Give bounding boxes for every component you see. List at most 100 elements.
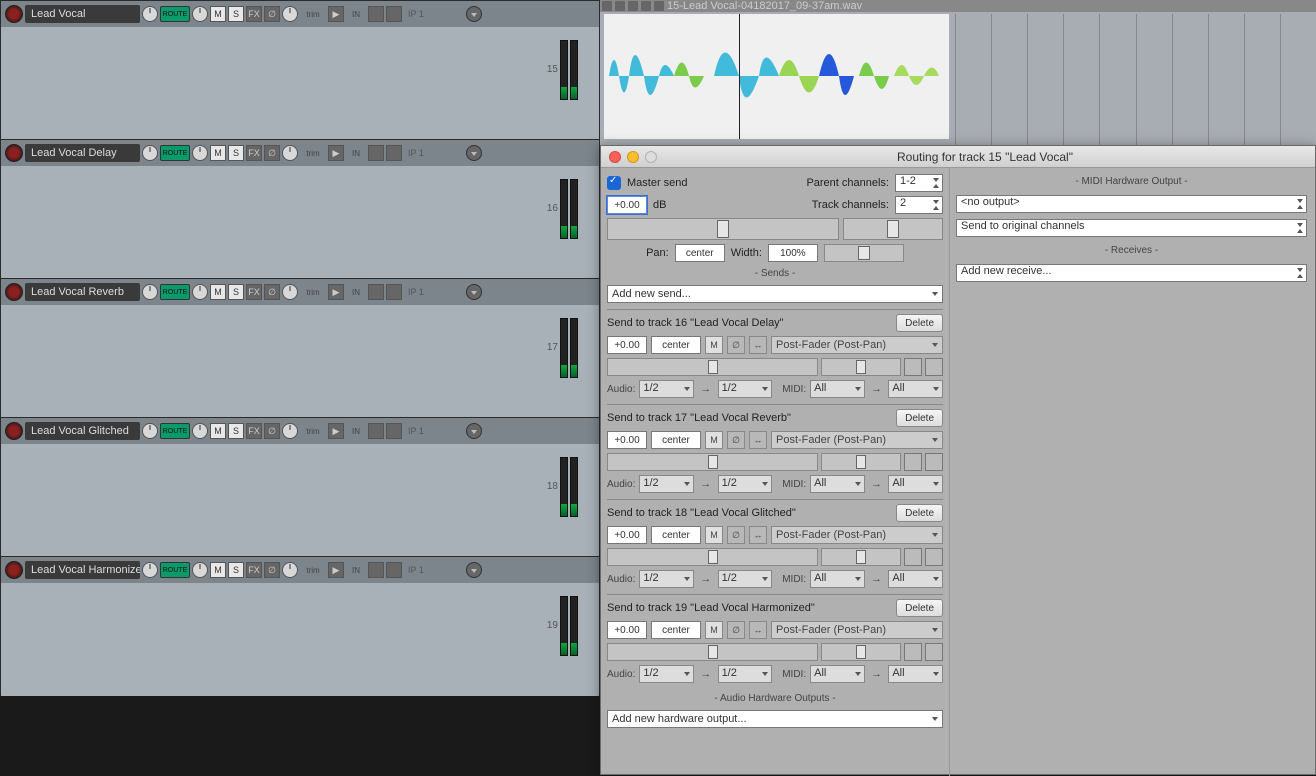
audio-src-select[interactable]: 1/2	[639, 665, 694, 683]
send-gain-input[interactable]	[607, 336, 647, 354]
track-name[interactable]: Lead Vocal Delay	[25, 144, 140, 162]
fx-input-button[interactable]	[386, 562, 402, 578]
play-icon[interactable]: ▶	[328, 423, 344, 439]
send-pan-input[interactable]	[651, 431, 701, 449]
fx-button[interactable]: FX	[246, 423, 262, 439]
track-body[interactable]	[1, 305, 599, 418]
width-knob[interactable]	[282, 6, 298, 22]
gain-input[interactable]	[607, 196, 647, 214]
mute-button[interactable]: M	[210, 145, 226, 161]
arrange-area[interactable]: 15-Lead Vocal-04182017_09-37am.wav	[600, 0, 1316, 145]
route-button[interactable]: ROUTE	[160, 423, 190, 439]
item-notes-icon[interactable]	[641, 1, 651, 11]
send-volume-slider[interactable]	[607, 453, 818, 471]
volume-knob[interactable]	[142, 6, 158, 22]
record-arm-button[interactable]	[5, 422, 23, 440]
send-pan-slider[interactable]	[821, 358, 901, 376]
phase-button[interactable]: ∅	[264, 145, 280, 161]
send-pan-input[interactable]	[651, 336, 701, 354]
send-mode-select[interactable]: Post-Fader (Post-Pan)	[771, 431, 943, 449]
pan-slider[interactable]	[843, 218, 943, 240]
midi-src-select[interactable]: All	[810, 475, 865, 493]
width-slider[interactable]	[824, 244, 904, 262]
solo-button[interactable]: S	[228, 562, 244, 578]
delete-button[interactable]: Delete	[896, 409, 943, 427]
midi-dst-select[interactable]: All	[888, 475, 943, 493]
volume-slider[interactable]	[607, 218, 839, 240]
audio-dst-select[interactable]: 1/2	[718, 570, 773, 588]
send-volume-slider[interactable]	[607, 358, 818, 376]
send-mute-button[interactable]: M	[705, 621, 723, 639]
parent-channels-select[interactable]: 1-2	[895, 174, 943, 192]
midi-src-select[interactable]: All	[810, 570, 865, 588]
pan-knob[interactable]	[192, 6, 208, 22]
minimize-icon[interactable]	[627, 151, 639, 163]
send-mono-button[interactable]: ↔	[749, 526, 767, 544]
send-mono-button[interactable]: ↔	[749, 336, 767, 354]
input-label[interactable]: IP 1	[404, 424, 464, 438]
route-button[interactable]: ROUTE	[160, 562, 190, 578]
mute-button[interactable]: M	[210, 423, 226, 439]
track-name[interactable]: Lead Vocal	[25, 5, 140, 23]
delete-button[interactable]: Delete	[896, 504, 943, 522]
solo-button[interactable]: S	[228, 6, 244, 22]
titlebar[interactable]: Routing for track 15 "Lead Vocal"	[601, 146, 1315, 168]
pan-input[interactable]	[675, 244, 725, 262]
phase-button[interactable]: ∅	[264, 423, 280, 439]
volume-knob[interactable]	[142, 145, 158, 161]
send-volume-slider[interactable]	[607, 643, 818, 661]
width-knob[interactable]	[282, 284, 298, 300]
route-button[interactable]: ROUTE	[160, 284, 190, 300]
track-channels-select[interactable]: 2	[895, 196, 943, 214]
track-row[interactable]: Lead Vocal ROUTE M S FX ∅ trim ▶ IN IP 1…	[0, 0, 600, 139]
send-pan-slider[interactable]	[821, 643, 901, 661]
fx-input-button[interactable]	[386, 284, 402, 300]
send-env-button[interactable]	[904, 453, 922, 471]
input-label[interactable]: IP 1	[404, 563, 464, 577]
send-phase-button[interactable]: ∅	[727, 431, 745, 449]
solo-button[interactable]: S	[228, 423, 244, 439]
phase-button[interactable]: ∅	[264, 284, 280, 300]
track-name[interactable]: Lead Vocal Reverb	[25, 283, 140, 301]
send-mode-select[interactable]: Post-Fader (Post-Pan)	[771, 336, 943, 354]
play-icon[interactable]: ▶	[328, 6, 344, 22]
input-label[interactable]: IP 1	[404, 146, 464, 160]
send-env-button[interactable]	[904, 358, 922, 376]
track-row[interactable]: Lead Vocal Harmonized ROUTE M S FX ∅ tri…	[0, 556, 600, 695]
monitor-button[interactable]	[368, 562, 384, 578]
solo-button[interactable]: S	[228, 145, 244, 161]
monitor-button[interactable]	[368, 284, 384, 300]
fx-button[interactable]: FX	[246, 562, 262, 578]
track-row[interactable]: Lead Vocal Delay ROUTE M S FX ∅ trim ▶ I…	[0, 139, 600, 278]
midi-src-select[interactable]: All	[810, 380, 865, 398]
fx-input-button[interactable]	[386, 6, 402, 22]
send-phase-button[interactable]: ∅	[727, 526, 745, 544]
record-arm-button[interactable]	[5, 5, 23, 23]
item-lock-icon[interactable]	[615, 1, 625, 11]
item-fx-icon[interactable]	[654, 1, 664, 11]
fx-button[interactable]: FX	[246, 145, 262, 161]
monitor-button[interactable]	[368, 423, 384, 439]
master-send-checkbox[interactable]	[607, 176, 621, 190]
send-pan-input[interactable]	[651, 526, 701, 544]
audio-src-select[interactable]: 1/2	[639, 570, 694, 588]
width-input[interactable]	[768, 244, 818, 262]
midi-channel-select[interactable]: Send to original channels	[956, 219, 1307, 237]
route-button[interactable]: ROUTE	[160, 145, 190, 161]
send-midi-button[interactable]	[925, 548, 943, 566]
delete-button[interactable]: Delete	[896, 599, 943, 617]
media-item-header[interactable]: 15-Lead Vocal-04182017_09-37am.wav	[600, 0, 1316, 12]
dropdown-icon[interactable]	[466, 423, 482, 439]
send-mono-button[interactable]: ↔	[749, 431, 767, 449]
audio-dst-select[interactable]: 1/2	[718, 475, 773, 493]
send-volume-slider[interactable]	[607, 548, 818, 566]
fx-button[interactable]: FX	[246, 6, 262, 22]
send-midi-button[interactable]	[925, 643, 943, 661]
track-body[interactable]	[1, 166, 599, 279]
send-pan-slider[interactable]	[821, 453, 901, 471]
send-mono-button[interactable]: ↔	[749, 621, 767, 639]
volume-knob[interactable]	[142, 423, 158, 439]
route-button[interactable]: ROUTE	[160, 6, 190, 22]
dropdown-icon[interactable]	[466, 145, 482, 161]
dropdown-icon[interactable]	[466, 562, 482, 578]
